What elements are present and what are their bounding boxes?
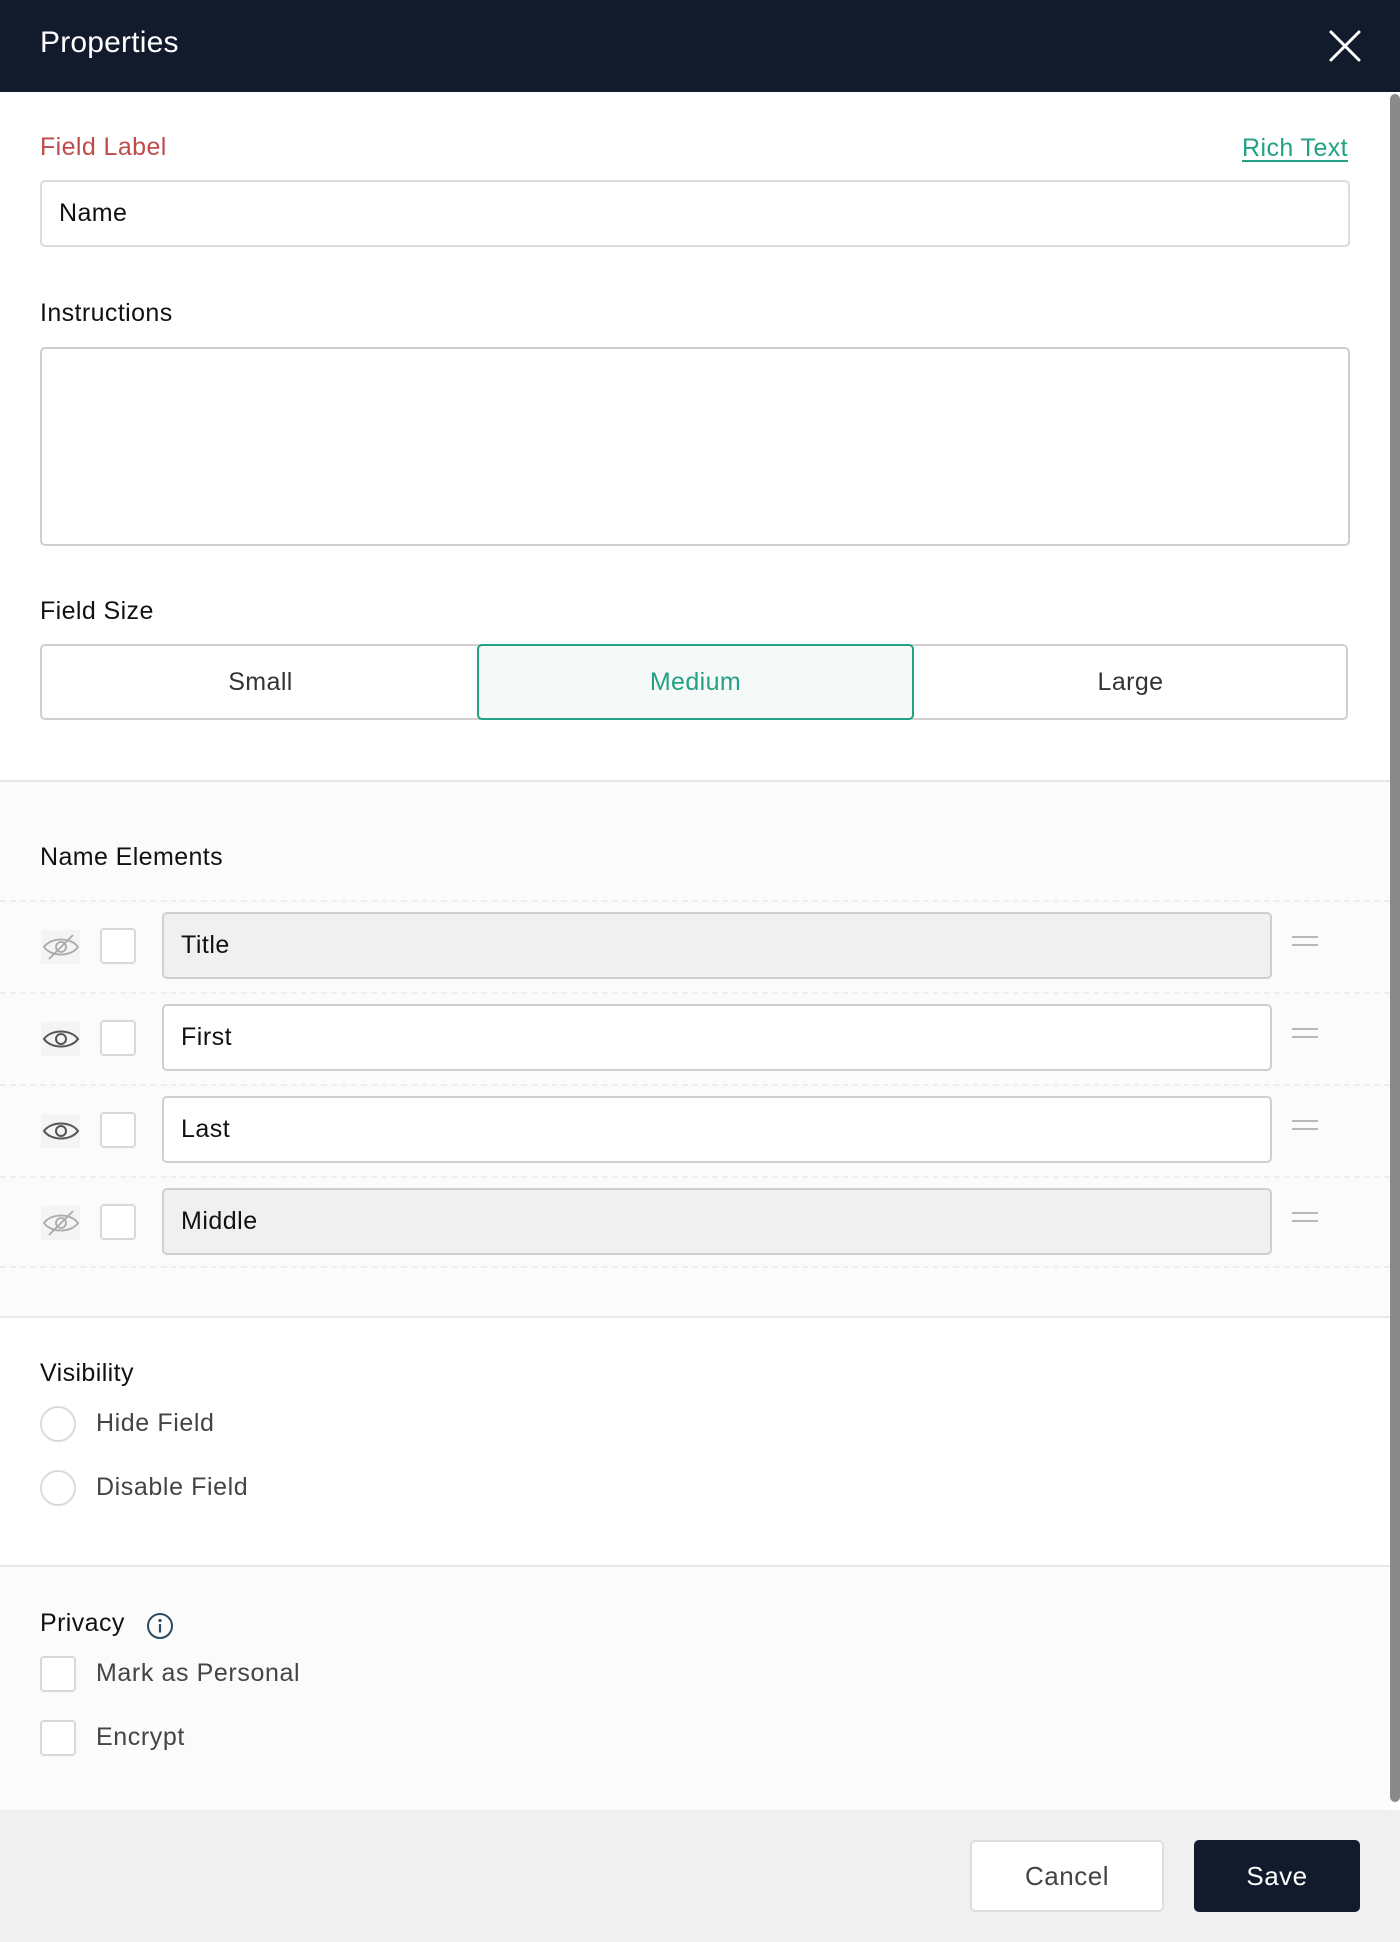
name-element-row: Title <box>0 900 1390 992</box>
field-size-small[interactable]: Small <box>42 644 479 720</box>
drag-handle-icon[interactable] <box>1292 1028 1318 1040</box>
close-icon <box>1329 30 1361 62</box>
field-size-label: Field Size <box>40 597 154 625</box>
drag-handle-icon[interactable] <box>1292 936 1318 948</box>
mark-as-personal-label[interactable]: Mark as Personal <box>96 1659 300 1688</box>
visibility-toggle[interactable] <box>41 1206 80 1240</box>
field-label-heading: Field Label <box>40 133 167 161</box>
save-button[interactable]: Save <box>1194 1840 1360 1912</box>
field-size-large[interactable]: Large <box>912 644 1349 720</box>
field-size-selector: Small Medium Large <box>40 644 1348 720</box>
eye-slash-icon <box>42 1210 79 1236</box>
visibility-label: Visibility <box>40 1359 134 1387</box>
hide-field-label[interactable]: Hide Field <box>96 1409 215 1438</box>
disable-field-label[interactable]: Disable Field <box>96 1473 248 1502</box>
dialog-title: Properties <box>40 26 179 59</box>
visibility-toggle[interactable] <box>41 930 80 964</box>
close-button[interactable] <box>1326 27 1364 65</box>
name-element-checkbox[interactable] <box>100 1112 136 1148</box>
rich-text-link[interactable]: Rich Text <box>1242 134 1348 163</box>
encrypt-label[interactable]: Encrypt <box>96 1723 185 1752</box>
name-element-row: First <box>0 992 1390 1084</box>
hide-field-radio[interactable] <box>40 1406 76 1442</box>
drag-handle-icon[interactable] <box>1292 1212 1318 1224</box>
name-element-input[interactable]: Last <box>162 1096 1272 1163</box>
name-element-input[interactable]: Title <box>162 912 1272 979</box>
disable-field-radio[interactable] <box>40 1470 76 1506</box>
encrypt-checkbox[interactable] <box>40 1720 76 1756</box>
instructions-textarea[interactable] <box>40 347 1350 546</box>
info-icon[interactable] <box>146 1612 174 1640</box>
name-element-checkbox[interactable] <box>100 1020 136 1056</box>
name-element-row: Last <box>0 1084 1390 1176</box>
name-element-checkbox[interactable] <box>100 1204 136 1240</box>
name-element-input[interactable]: First <box>162 1004 1272 1071</box>
eye-icon <box>42 1030 79 1048</box>
drag-handle-icon[interactable] <box>1292 1120 1318 1132</box>
visibility-toggle[interactable] <box>41 1114 80 1148</box>
scrollbar[interactable] <box>1390 94 1400 1802</box>
dialog-footer <box>0 1810 1400 1942</box>
field-size-medium[interactable]: Medium <box>477 644 914 720</box>
name-element-row: Middle <box>0 1176 1390 1268</box>
visibility-section <box>0 1318 1390 1566</box>
cancel-button[interactable]: Cancel <box>970 1840 1164 1912</box>
name-element-checkbox[interactable] <box>100 928 136 964</box>
name-element-input[interactable]: Middle <box>162 1188 1272 1255</box>
privacy-section <box>0 1567 1390 1810</box>
privacy-label: Privacy <box>40 1609 125 1637</box>
eye-icon <box>42 1122 79 1140</box>
mark-as-personal-checkbox[interactable] <box>40 1656 76 1692</box>
dialog-header: Properties <box>0 0 1400 92</box>
visibility-toggle[interactable] <box>41 1022 80 1056</box>
eye-slash-icon <box>42 934 79 960</box>
instructions-label: Instructions <box>40 299 173 327</box>
name-elements-label: Name Elements <box>40 843 224 871</box>
field-label-input[interactable]: Name <box>40 180 1350 247</box>
